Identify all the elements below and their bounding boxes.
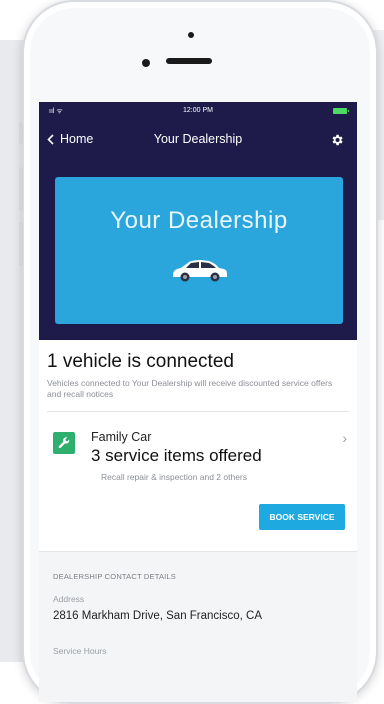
service-hours-label: Service Hours [53,646,107,656]
gear-icon [332,134,343,146]
nav-bar: Home Your Dealership [39,126,357,156]
phone-frame: ııl ᯤ 12:00 PM Home Your Dealership Your… [19,0,378,704]
vehicle-list-item[interactable]: Family Car 3 service items offered Recal… [39,412,357,500]
status-time: 12:00 PM [183,107,213,114]
car-icon [173,260,227,282]
phone-volume-up-button [19,167,23,211]
book-service-button[interactable]: BOOK SERVICE [259,504,345,530]
chevron-right-icon: › [342,430,347,446]
phone-side-button [19,122,23,144]
dealership-contact-section: DEALERSHIP CONTACT DETAILS Address 2816 … [39,551,357,702]
service-items-count: 3 service items offered [91,446,262,465]
front-camera [142,59,150,67]
dealership-banner: Your Dealership [55,177,343,324]
wrench-icon [53,432,75,454]
service-items-description: Recall repair & inspection and 2 others [101,472,247,482]
app-header: ııl ᯤ 12:00 PM Home Your Dealership Your… [39,102,357,340]
connected-subtitle: Vehicles connected to Your Dealership wi… [47,378,333,399]
address-value[interactable]: 2816 Markham Drive, San Francisco, CA [53,610,262,622]
phone-screen: ııl ᯤ 12:00 PM Home Your Dealership Your… [39,102,357,702]
vehicle-name: Family Car [91,430,152,444]
proximity-sensor [188,32,194,38]
phone-volume-down-button [19,222,23,266]
page-title: Your Dealership [153,132,243,146]
earpiece-speaker [166,58,212,64]
battery-icon [333,108,349,114]
address-label: Address [53,594,85,604]
section-heading: DEALERSHIP CONTACT DETAILS [53,572,177,581]
banner-title: Your Dealership [110,207,288,234]
connected-title: 1 vehicle is connected [47,351,234,372]
status-bar: ııl ᯤ 12:00 PM [39,102,357,122]
settings-button[interactable] [325,128,349,152]
